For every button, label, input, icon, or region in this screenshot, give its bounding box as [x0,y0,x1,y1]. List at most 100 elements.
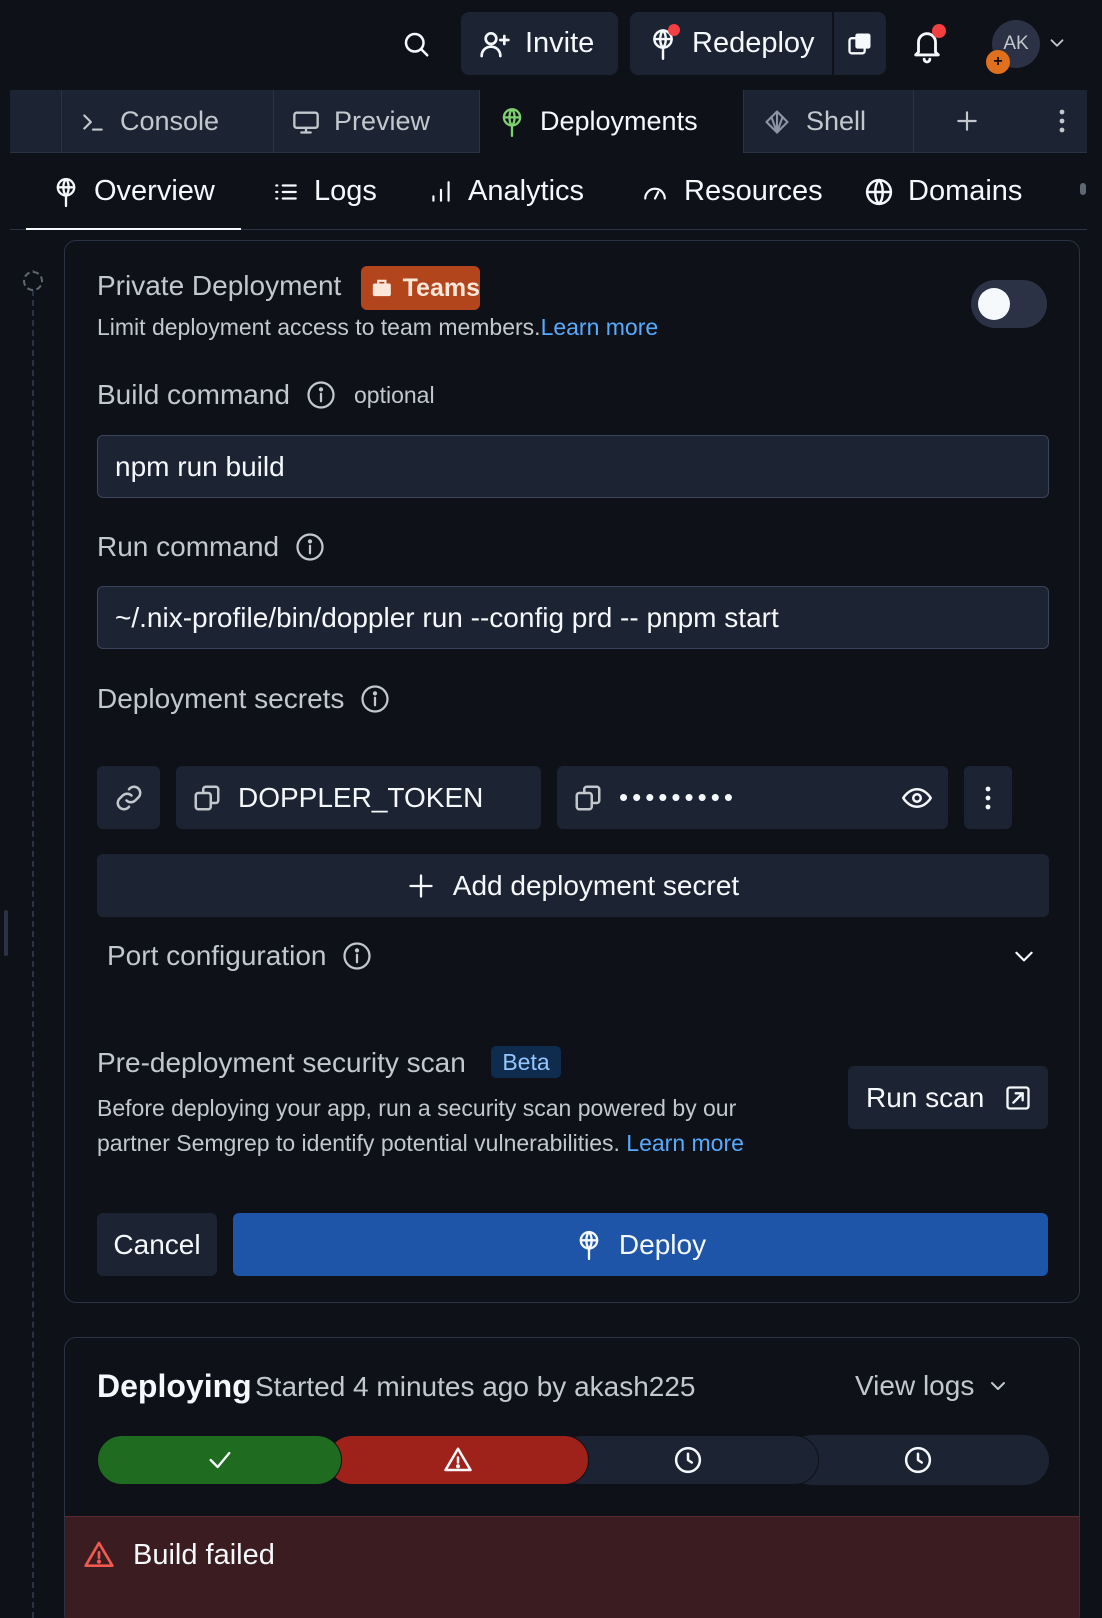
build-command-label: Build command [97,379,290,410]
gauge-icon [644,187,666,200]
build-command-input[interactable]: npm run build [97,435,1049,498]
stage-pending [557,1435,819,1485]
view-logs-button[interactable]: View logs [855,1370,1010,1402]
view-logs-label: View logs [855,1370,975,1401]
add-secret-label: Add deployment secret [452,869,740,901]
secret-link-button[interactable] [97,766,160,829]
notifications-button[interactable] [910,22,950,66]
eye-icon[interactable] [900,783,934,813]
private-description-text: Limit deployment access to team members. [97,314,541,340]
private-deployment-toggle[interactable] [971,280,1047,328]
info-icon[interactable] [360,684,390,714]
security-scan-title: Pre-deployment security scan [97,1047,466,1078]
port-configuration-accordion[interactable]: Port configuration [107,930,1037,982]
tab-label: Shell [806,106,867,136]
plus-icon [957,111,977,131]
plus-icon [409,873,433,898]
more-tabs-button[interactable] [1050,106,1074,136]
avatar-badge-icon: + [986,50,1010,74]
deploy-icon [56,177,76,207]
run-command-header: Run command [97,531,325,563]
run-scan-button[interactable]: Run scan [848,1066,1048,1129]
private-learn-more-link[interactable]: Learn more [541,314,659,340]
copy-icon[interactable] [192,783,222,813]
add-deployment-secret-button[interactable]: Add deployment secret [97,854,1049,917]
deployments-subnav: Overview Logs Analytics Resources Domain… [10,153,1087,230]
deployment-secrets-header: Deployment secrets [97,683,390,715]
secret-more-button[interactable] [964,766,1012,829]
private-deployment-description: Limit deployment access to team members.… [97,314,658,341]
add-tab-button[interactable] [954,108,980,134]
scan-learn-more-link[interactable]: Learn more [626,1130,744,1156]
subnav-overview[interactable]: Overview [26,153,241,230]
info-icon[interactable] [295,532,325,562]
bar-chart-icon [432,180,450,202]
tab-console[interactable]: Console [62,90,274,153]
beta-badge: Beta [491,1046,561,1078]
warning-icon [444,1447,472,1472]
timeline-line [32,270,34,1618]
subnav-label: Overview [94,175,215,207]
run-command-input[interactable]: ~/.nix-profile/bin/doppler run --config … [97,586,1049,649]
globe-icon [865,178,893,205]
avatar-initials: AK [1003,33,1029,54]
chevron-down-icon[interactable] [1046,32,1068,54]
stage-failed [327,1435,589,1485]
resize-handle[interactable] [4,910,8,956]
teams-badge-label: Teams [402,273,480,302]
redeploy-label: Redeploy [692,27,815,59]
check-icon [209,1451,230,1469]
subnav-resources[interactable]: Resources [640,153,823,230]
secret-value-masked: ••••••••• [619,782,737,812]
chevron-down-icon [991,1382,1006,1390]
invite-label: Invite [525,27,595,59]
deploy-progress-bar [97,1435,1049,1485]
list-icon [275,183,297,200]
clock-icon [674,1446,702,1474]
subnav-logs[interactable]: Logs [272,153,377,230]
deploying-status-card: Deploying Started 4 minutes ago by akash… [64,1337,1080,1618]
external-link-icon [1006,1085,1030,1110]
shell-icon [765,109,789,134]
optional-tag: optional [353,381,435,408]
tab-deployments[interactable]: Deployments [480,90,744,153]
stage-success [97,1435,342,1485]
cancel-label: Cancel [113,1228,201,1260]
timeline-pending-icon [23,271,43,291]
deploying-title: Deploying [97,1368,252,1404]
cancel-button[interactable]: Cancel [97,1213,217,1276]
briefcase-icon [372,279,391,297]
copy-icon[interactable] [573,783,603,813]
deploy-icon [579,1230,599,1260]
info-icon[interactable] [306,380,336,410]
link-icon [116,785,141,810]
search-icon [404,32,429,57]
tab-shell[interactable]: Shell [744,90,914,153]
build-failed-banner: Build failed [65,1516,1079,1618]
secret-key-field[interactable]: DOPPLER_TOKEN [176,766,541,829]
deployment-config-card: Private Deployment Teams Limit deploymen… [64,240,1080,1303]
subnav-label: Domains [908,175,1023,207]
deploying-subtitle: Started 4 minutes ago by akash225 [255,1371,696,1402]
subnav-analytics[interactable]: Analytics [428,153,584,230]
stage-pending [787,1435,1049,1485]
teams-badge: Teams [361,266,480,310]
info-icon[interactable] [342,941,372,971]
redeploy-options-button[interactable] [834,12,886,75]
build-failed-label: Build failed [133,1539,275,1571]
port-configuration-label: Port configuration [107,940,327,971]
tab-preview[interactable]: Preview [274,90,480,153]
search-button[interactable] [398,26,434,62]
monitor-icon [293,111,319,134]
redeploy-button[interactable]: Redeploy [630,12,832,75]
build-command-header: Build command optional [97,379,435,411]
invite-button[interactable]: Invite [461,12,618,75]
secret-value-field[interactable]: ••••••••• [557,766,948,829]
warning-icon [84,1541,114,1567]
scroll-hint [1080,183,1086,195]
subnav-domains[interactable]: Domains [864,153,1022,230]
tab-label: Console [120,106,220,136]
subnav-label: Resources [684,175,823,207]
private-deployment-title: Private Deployment [97,270,342,301]
deploy-button[interactable]: Deploy [233,1213,1048,1276]
